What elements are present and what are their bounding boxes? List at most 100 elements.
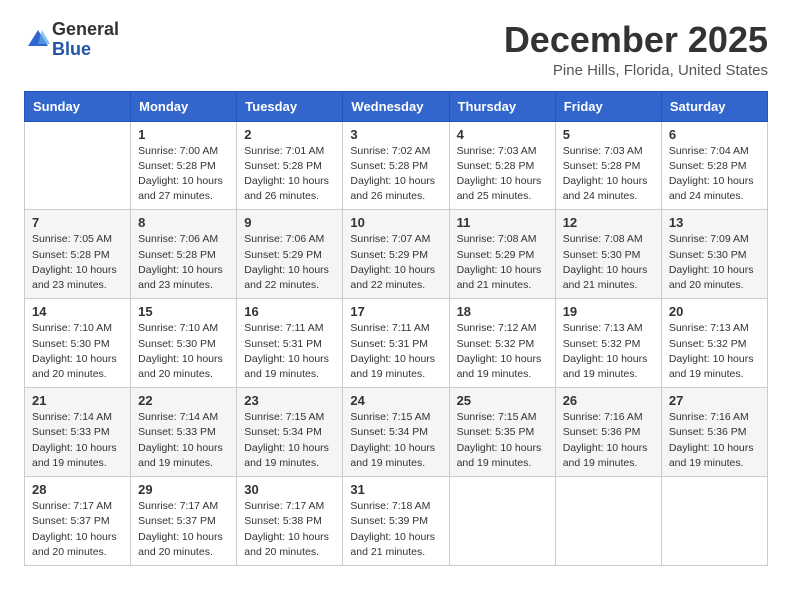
day-number: 14 [32,304,123,319]
calendar-table: SundayMondayTuesdayWednesdayThursdayFrid… [24,91,768,566]
day-number: 18 [457,304,548,319]
day-info: Sunrise: 7:03 AMSunset: 5:28 PMDaylight:… [563,144,654,205]
day-number: 17 [350,304,441,319]
day-number: 27 [669,393,760,408]
location-subtitle: Pine Hills, Florida, United States [504,62,768,79]
day-header-saturday: Saturday [661,91,767,121]
calendar-cell: 3 Sunrise: 7:02 AMSunset: 5:28 PMDaylight… [343,121,449,210]
day-info: Sunrise: 7:14 AMSunset: 5:33 PMDaylight:… [138,410,229,471]
calendar-header-row: SundayMondayTuesdayWednesdayThursdayFrid… [25,91,768,121]
day-number: 30 [244,482,335,497]
day-number: 3 [350,127,441,142]
calendar-cell: 5Sunrise: 7:03 AMSunset: 5:28 PMDaylight… [555,121,661,210]
day-number: 7 [32,215,123,230]
day-info: Sunrise: 7:13 AMSunset: 5:32 PMDaylight:… [563,321,654,382]
header: General Blue December 2025 Pine Hills, F… [24,20,768,79]
day-header-friday: Friday [555,91,661,121]
calendar-cell: 14 Sunrise: 7:10 AMSunset: 5:30 PMDayligh… [25,299,131,388]
day-number: 25 [457,393,548,408]
day-info: Sunrise: 7:14 AMSunset: 5:33 PMDaylight:… [32,410,123,471]
day-number: 13 [669,215,760,230]
calendar-cell: 23 Sunrise: 7:15 AMSunset: 5:34 PMDayligh… [237,388,343,477]
calendar-cell: 24 Sunrise: 7:15 AMSunset: 5:34 PMDayligh… [343,388,449,477]
day-header-thursday: Thursday [449,91,555,121]
calendar-cell: 21 Sunrise: 7:14 AMSunset: 5:33 PMDayligh… [25,388,131,477]
calendar-cell: 28 Sunrise: 7:17 AMSunset: 5:37 PMDayligh… [25,477,131,566]
day-number: 24 [350,393,441,408]
day-info: Sunrise: 7:13 AMSunset: 5:32 PMDaylight:… [669,321,760,382]
day-info: Sunrise: 7:06 AMSunset: 5:29 PMDaylight:… [244,232,335,293]
day-number: 23 [244,393,335,408]
day-number: 19 [563,304,654,319]
day-info: Sunrise: 7:11 AMSunset: 5:31 PMDaylight:… [244,321,335,382]
day-info: Sunrise: 7:17 AMSunset: 5:37 PMDaylight:… [32,499,123,560]
calendar-cell: 4 Sunrise: 7:03 AMSunset: 5:28 PMDaylight… [449,121,555,210]
day-number: 29 [138,482,229,497]
calendar-cell [449,477,555,566]
calendar-cell: 18 Sunrise: 7:12 AMSunset: 5:32 PMDayligh… [449,299,555,388]
day-info: Sunrise: 7:03 AMSunset: 5:28 PMDaylight:… [457,144,548,205]
day-number: 20 [669,304,760,319]
logo-text-blue: Blue [52,39,91,59]
day-info: Sunrise: 7:10 AMSunset: 5:30 PMDaylight:… [32,321,123,382]
calendar-cell: 10Sunrise: 7:07 AMSunset: 5:29 PMDayligh… [343,210,449,299]
day-info: Sunrise: 7:15 AMSunset: 5:34 PMDaylight:… [244,410,335,471]
calendar-cell: 25 Sunrise: 7:15 AMSunset: 5:35 PMDayligh… [449,388,555,477]
calendar-cell: 6Sunrise: 7:04 AMSunset: 5:28 PMDaylight… [661,121,767,210]
calendar-cell [661,477,767,566]
day-header-wednesday: Wednesday [343,91,449,121]
calendar-week-row: 7 Sunrise: 7:05 AMSunset: 5:28 PMDaylight… [25,210,768,299]
day-info: Sunrise: 7:16 AMSunset: 5:36 PMDaylight:… [669,410,760,471]
calendar-cell: 19 Sunrise: 7:13 AMSunset: 5:32 PMDayligh… [555,299,661,388]
day-header-sunday: Sunday [25,91,131,121]
day-info: Sunrise: 7:09 AMSunset: 5:30 PMDaylight:… [669,232,760,293]
day-number: 12 [563,215,654,230]
calendar-cell: 1Sunrise: 7:00 AMSunset: 5:28 PMDaylight… [131,121,237,210]
day-info: Sunrise: 7:17 AMSunset: 5:37 PMDaylight:… [138,499,229,560]
day-number: 4 [457,127,548,142]
logo-icon [24,26,52,54]
day-info: Sunrise: 7:17 AMSunset: 5:38 PMDaylight:… [244,499,335,560]
day-number: 26 [563,393,654,408]
day-number: 9 [244,215,335,230]
day-info: Sunrise: 7:12 AMSunset: 5:32 PMDaylight:… [457,321,548,382]
day-info: Sunrise: 7:16 AMSunset: 5:36 PMDaylight:… [563,410,654,471]
day-info: Sunrise: 7:15 AMSunset: 5:34 PMDaylight:… [350,410,441,471]
day-number: 16 [244,304,335,319]
day-number: 21 [32,393,123,408]
calendar-cell [25,121,131,210]
calendar-cell: 8Sunrise: 7:06 AMSunset: 5:28 PMDaylight… [131,210,237,299]
calendar-cell: 15 Sunrise: 7:10 AMSunset: 5:30 PMDayligh… [131,299,237,388]
day-info: Sunrise: 7:10 AMSunset: 5:30 PMDaylight:… [138,321,229,382]
day-info: Sunrise: 7:08 AMSunset: 5:29 PMDaylight:… [457,232,548,293]
month-title: December 2025 [504,20,768,60]
day-info: Sunrise: 7:02 AMSunset: 5:28 PMDaylight:… [350,144,441,205]
day-number: 10 [350,215,441,230]
day-number: 1 [138,127,229,142]
day-info: Sunrise: 7:05 AMSunset: 5:28 PMDaylight:… [32,232,123,293]
day-info: Sunrise: 7:11 AMSunset: 5:31 PMDaylight:… [350,321,441,382]
calendar-week-row: 28 Sunrise: 7:17 AMSunset: 5:37 PMDayligh… [25,477,768,566]
calendar-cell [555,477,661,566]
day-info: Sunrise: 7:15 AMSunset: 5:35 PMDaylight:… [457,410,548,471]
calendar-cell: 27 Sunrise: 7:16 AMSunset: 5:36 PMDayligh… [661,388,767,477]
calendar-cell: 9 Sunrise: 7:06 AMSunset: 5:29 PMDaylight… [237,210,343,299]
calendar-cell: 26 Sunrise: 7:16 AMSunset: 5:36 PMDayligh… [555,388,661,477]
day-number: 2 [244,127,335,142]
calendar-body: 1Sunrise: 7:00 AMSunset: 5:28 PMDaylight… [25,121,768,565]
day-number: 6 [669,127,760,142]
calendar-cell: 22 Sunrise: 7:14 AMSunset: 5:33 PMDayligh… [131,388,237,477]
title-area: December 2025 Pine Hills, Florida, Unite… [504,20,768,79]
day-number: 22 [138,393,229,408]
calendar-cell: 7 Sunrise: 7:05 AMSunset: 5:28 PMDaylight… [25,210,131,299]
day-info: Sunrise: 7:01 AMSunset: 5:28 PMDaylight:… [244,144,335,205]
day-number: 31 [350,482,441,497]
calendar-cell: 20 Sunrise: 7:13 AMSunset: 5:32 PMDayligh… [661,299,767,388]
day-number: 15 [138,304,229,319]
day-info: Sunrise: 7:18 AMSunset: 5:39 PMDaylight:… [350,499,441,560]
day-number: 28 [32,482,123,497]
calendar-cell: 31 Sunrise: 7:18 AMSunset: 5:39 PMDayligh… [343,477,449,566]
day-header-monday: Monday [131,91,237,121]
day-info: Sunrise: 7:06 AMSunset: 5:28 PMDaylight:… [138,232,229,293]
calendar-cell: 30 Sunrise: 7:17 AMSunset: 5:38 PMDayligh… [237,477,343,566]
